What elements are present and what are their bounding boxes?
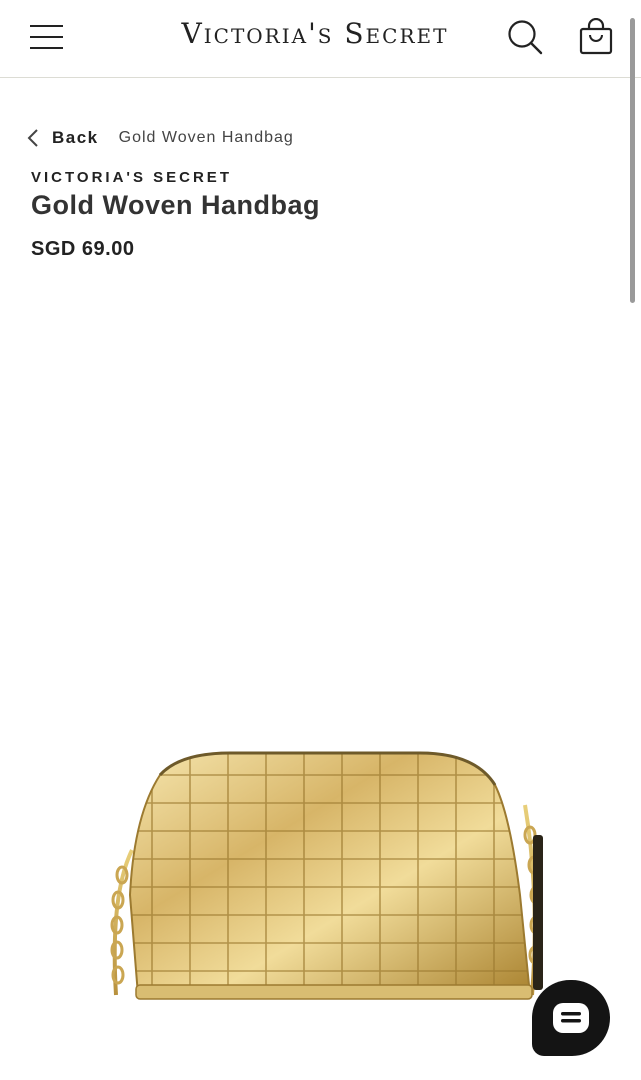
brand-logo[interactable]: Victoria's Secret	[160, 17, 470, 50]
breadcrumb-current: Gold Woven Handbag	[118, 129, 294, 146]
back-link[interactable]: Back	[26, 128, 99, 148]
hamburger-menu-icon[interactable]	[30, 24, 63, 50]
page-scrollbar[interactable]	[630, 18, 635, 303]
product-title: Gold Woven Handbag	[31, 190, 321, 220]
chevron-left-icon	[27, 129, 38, 147]
product-brand: VICTORIA'S SECRET	[31, 169, 232, 186]
product-image[interactable]	[100, 745, 555, 1010]
site-header: Victoria's Secret	[0, 0, 641, 78]
product-price: SGD 69.00	[31, 238, 135, 260]
breadcrumb: Back Gold Woven Handbag	[26, 126, 294, 150]
shopping-bag-icon[interactable]	[578, 17, 614, 56]
back-label: Back	[52, 128, 99, 147]
chat-bubble-icon[interactable]	[532, 980, 610, 1056]
search-icon[interactable]	[506, 18, 544, 56]
